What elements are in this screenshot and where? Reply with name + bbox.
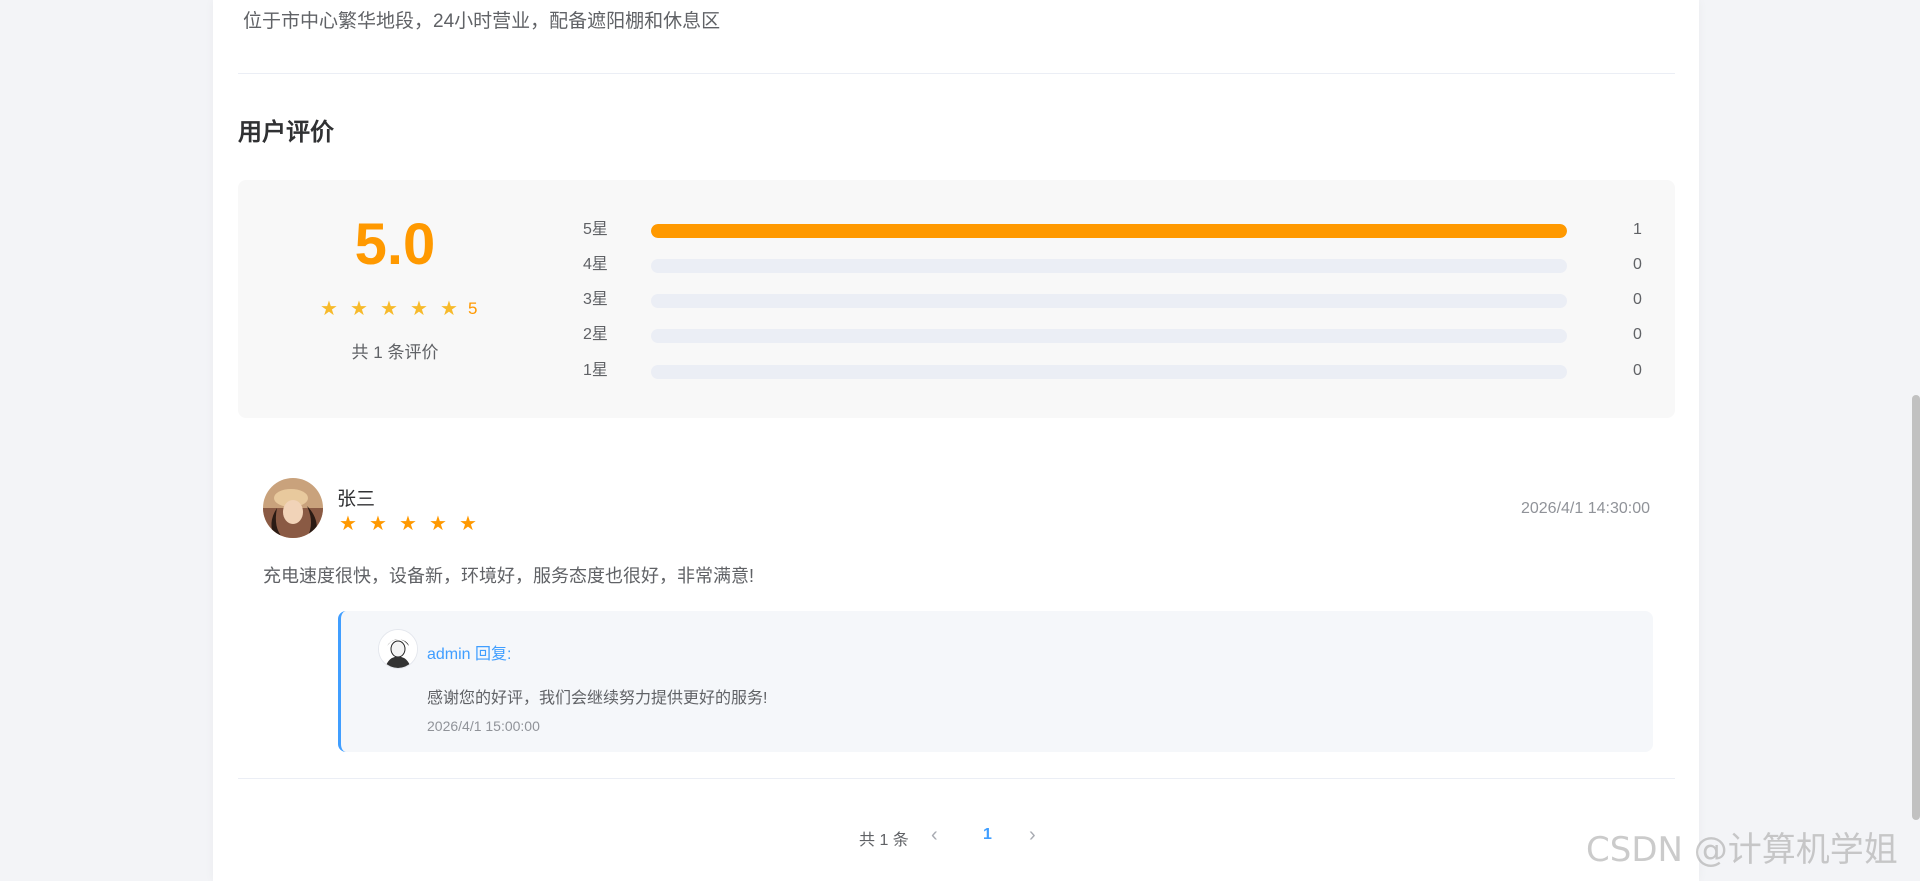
star-icon: ★ [459,513,477,535]
distribution-label: 3星 [583,291,608,308]
star-icon: ★ [380,298,398,320]
pagination-total: 共 1 条 [859,832,909,849]
distribution-row-3: 3星 0 [583,289,1653,311]
user-avatar-icon [263,478,323,538]
star-icon: ★ [429,513,447,535]
distribution-row-5: 5星 1 [583,219,1653,241]
distribution-track [651,365,1567,379]
chevron-right-icon[interactable]: › [1029,824,1036,847]
star-icon: ★ [339,513,357,535]
reply-author: admin 回复: [427,646,512,663]
distribution-track [651,224,1567,238]
star-icon: ★ [399,513,417,535]
distribution-row-1: 1星 0 [583,360,1653,382]
star-icon: ★ [350,298,368,320]
distribution-label: 1星 [583,362,608,379]
distribution-label: 5星 [583,221,608,238]
distribution-track [651,329,1567,343]
distribution-fill [651,224,1567,238]
total-reviews: 共 1 条评价 [351,343,439,362]
average-stars: ★ ★ ★ ★ ★ 5 [318,297,477,321]
distribution-row-2: 2星 0 [583,324,1653,346]
divider-bottom [238,778,1675,779]
review-time: 2026/4/1 14:30:00 [1520,500,1650,517]
distribution-count: 0 [1633,326,1642,343]
station-detail-card: 位于市中心繁华地段，24小时营业，配备遮阳棚和休息区 用户评价 5.0 ★ ★ … [213,0,1699,881]
pagination: 共 1 条 ‹ 1 › [213,824,1699,849]
distribution-row-4: 4星 0 [583,254,1653,276]
pagination-page-1[interactable]: 1 [983,826,992,844]
star-icon: ★ [320,298,338,320]
distribution-count: 1 [1633,221,1642,238]
review-stars: ★ ★ ★ ★ ★ [337,512,487,536]
star-icon: ★ [410,298,428,320]
distribution-label: 2星 [583,326,608,343]
distribution-label: 4星 [583,256,608,273]
reply-content: 感谢您的好评，我们会继续努力提供更好的服务! [427,690,768,707]
admin-avatar-icon [379,630,417,668]
divider-top [238,73,1675,74]
rating-summary: 5.0 ★ ★ ★ ★ ★ 5 共 1 条评价 5星 1 4星 0 3星 0 2… [238,180,1675,418]
review-content: 充电速度很快，设备新，环境好，服务态度也很好，非常满意! [263,566,754,586]
distribution-track [651,294,1567,308]
reply-time: 2026/4/1 15:00:00 [427,718,540,734]
average-stars-value: 5 [468,299,478,318]
star-icon: ★ [440,298,458,320]
reviewer-name: 张三 [337,489,376,510]
chevron-left-icon[interactable]: ‹ [931,824,938,847]
station-description: 位于市中心繁华地段，24小时营业，配备遮阳棚和休息区 [243,11,721,32]
admin-avatar [378,629,418,669]
scrollbar[interactable] [1912,395,1920,820]
avatar [263,478,323,538]
distribution-track [651,259,1567,273]
star-icon: ★ [369,513,387,535]
reviews-section-title: 用户评价 [238,119,334,146]
distribution-count: 0 [1633,256,1642,273]
distribution-count: 0 [1633,362,1642,379]
watermark: CSDN @计算机学姐 [1586,830,1898,870]
admin-reply: admin 回复: 感谢您的好评，我们会继续努力提供更好的服务! 2026/4/… [338,611,1653,752]
distribution-count: 0 [1633,291,1642,308]
average-score: 5.0 [354,212,436,277]
